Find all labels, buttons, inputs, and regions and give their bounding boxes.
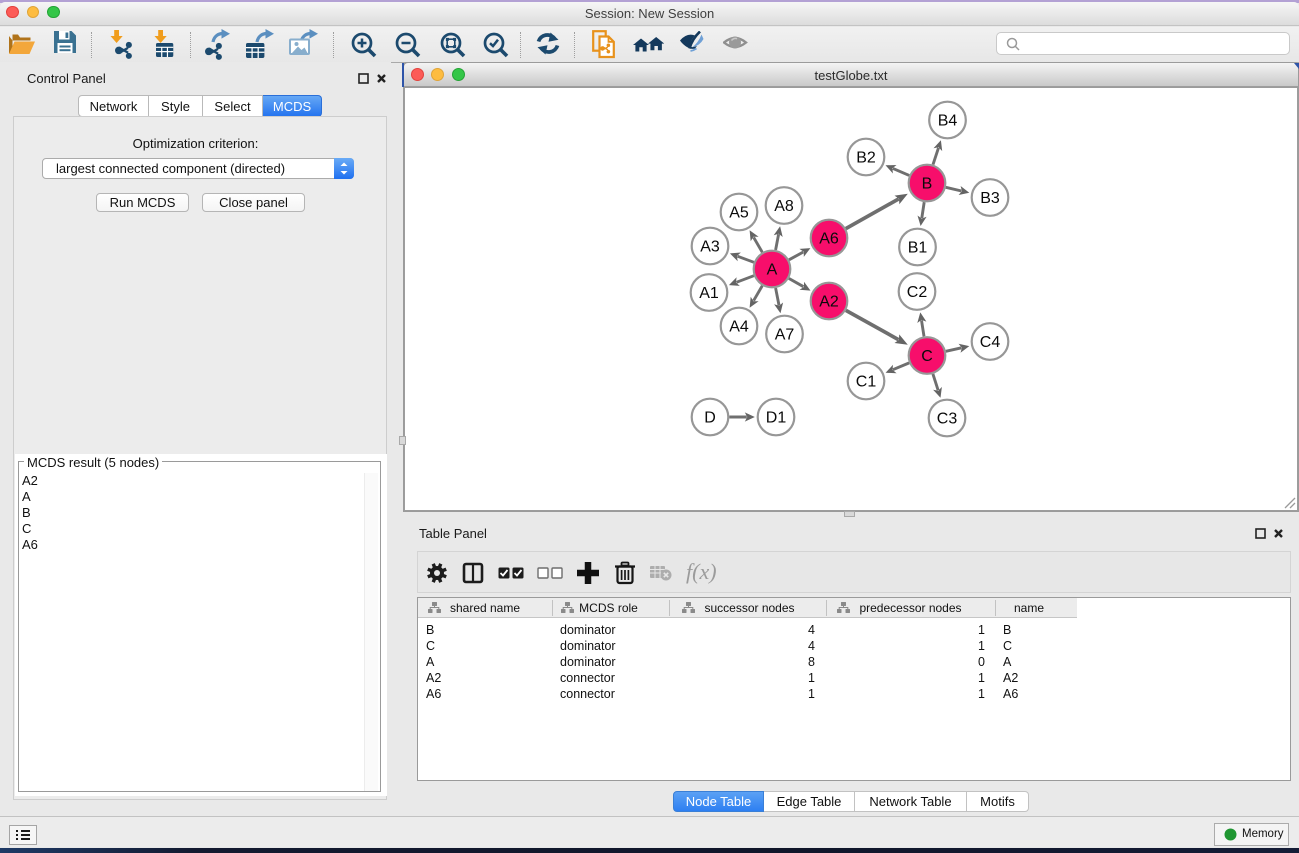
svg-text:A1: A1 <box>699 285 719 302</box>
svg-text:B4: B4 <box>938 113 958 130</box>
svg-text:C: C <box>921 348 933 365</box>
svg-text:B2: B2 <box>856 150 876 167</box>
svg-text:A6: A6 <box>819 231 839 248</box>
svg-text:D1: D1 <box>766 410 787 427</box>
svg-text:B1: B1 <box>908 240 928 257</box>
svg-text:A7: A7 <box>775 327 795 344</box>
svg-text:A4: A4 <box>729 319 749 336</box>
svg-text:C3: C3 <box>937 411 958 428</box>
svg-text:C2: C2 <box>907 284 928 301</box>
svg-text:C4: C4 <box>980 334 1001 351</box>
svg-text:A: A <box>767 262 778 279</box>
svg-text:D: D <box>704 410 716 427</box>
svg-text:A2: A2 <box>819 294 839 311</box>
svg-text:B: B <box>922 176 933 193</box>
svg-text:C1: C1 <box>856 374 877 391</box>
svg-text:B3: B3 <box>980 190 1000 207</box>
svg-text:A5: A5 <box>729 205 749 222</box>
svg-text:A3: A3 <box>700 239 720 256</box>
svg-text:A8: A8 <box>774 198 794 215</box>
